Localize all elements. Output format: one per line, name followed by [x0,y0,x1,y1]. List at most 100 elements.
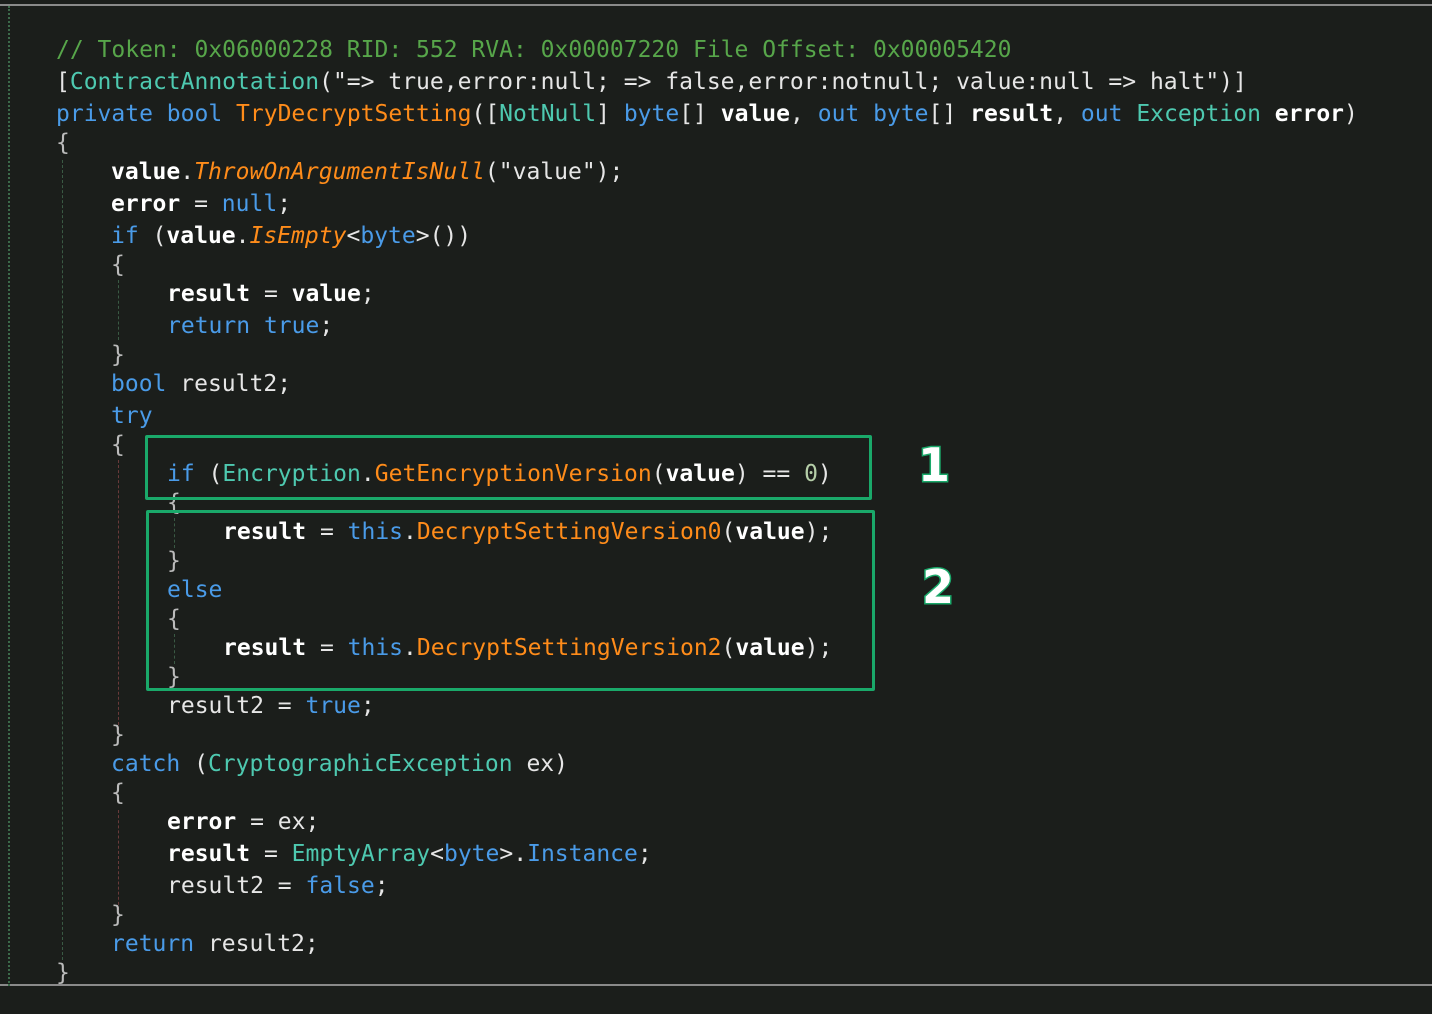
extension-method[interactable]: ThrowOnArgumentIsNull [194,159,485,185]
brace: { [111,780,125,806]
code-line[interactable]: result = value; [167,279,375,309]
code-line[interactable]: bool result2; [111,369,291,399]
operator: = [250,841,292,867]
extension-method[interactable]: IsEmpty [250,223,347,249]
attribute-name[interactable]: NotNull [499,101,596,127]
code-editor-pane[interactable]: // Token: 0x06000228 RID: 552 RVA: 0x000… [0,0,1432,1014]
identifier: error [111,191,181,217]
code-line-signature[interactable]: private bool TryDecryptSetting([NotNull]… [56,99,1358,129]
identifier: result2 [167,873,264,899]
keyword: bool [166,101,223,127]
indent-guide [62,160,63,960]
punct: ()) [429,223,472,249]
param-name: error [1274,101,1345,127]
code-line-brace[interactable]: { [111,430,125,460]
identifier: error [167,809,237,835]
highlight-box-2 [146,510,875,691]
keyword: byte [443,841,500,867]
identifier: result [167,281,251,307]
keyword: true [305,693,361,719]
comment-text: // Token: 0x06000228 RID: 552 RVA: 0x000… [56,37,1012,63]
code-line-comment[interactable]: // Token: 0x06000228 RID: 552 RVA: 0x000… [56,35,1011,65]
brace: } [56,960,70,986]
operator: = [250,281,292,307]
method-name[interactable]: TryDecryptSetting [236,101,471,127]
keyword: try [111,403,153,429]
type-name[interactable]: CryptographicException [208,751,513,777]
code-line-brace[interactable]: } [111,900,125,930]
brace: } [111,342,125,368]
keyword: false [305,873,375,899]
code-line[interactable]: error = ex; [167,807,319,837]
punct: ; [637,841,652,867]
keyword: byte [360,223,416,249]
keyword: byte [623,101,680,127]
property-name[interactable]: Instance [527,841,638,867]
identifier: ex [526,751,555,777]
code-line[interactable]: if (value.IsEmpty<byte>()) [111,221,471,251]
punct: ; [374,873,389,899]
punct: > [415,223,430,249]
identifier: ex [277,809,306,835]
identifier: result [167,841,251,867]
bracket: [ [56,69,70,95]
type-name[interactable]: Exception [1136,101,1261,127]
brace: { [111,252,125,278]
identifier: result2 [180,371,278,397]
code-line[interactable]: catch (CryptographicException ex) [111,749,568,779]
code-line[interactable]: result2 = false; [167,871,389,901]
brace: } [111,722,125,748]
indent-guide [118,810,119,910]
punct: ; [304,931,319,957]
keyword: return [167,313,251,339]
punct: < [430,841,444,867]
param-name: value [720,101,791,127]
identifier: result2 [207,931,305,957]
attribute-name[interactable]: ContractAnnotation [70,69,319,95]
code-line[interactable]: result2 = true; [167,691,375,721]
brace: { [111,432,125,458]
code-line[interactable]: return true; [167,311,333,341]
call-args: ("value"); [484,159,624,185]
annotation-badge-2: 2 [920,559,955,616]
code-line-brace[interactable]: } [111,720,125,750]
operator: = [263,873,306,899]
identifier: value [291,281,361,307]
top-divider [0,4,1432,6]
punct: < [346,223,361,249]
brace: } [111,902,125,928]
code-line-brace[interactable]: { [56,128,70,158]
code-line-brace[interactable]: { [111,250,125,280]
punct: . [180,159,195,185]
operator: = [236,809,278,835]
outline-gutter [8,6,10,986]
code-line[interactable]: try [111,401,153,431]
punct: ; [277,191,292,217]
punct: ( [180,751,208,777]
punct: ( [138,223,167,249]
code-line-brace[interactable]: } [56,958,70,988]
keyword: null [221,191,278,217]
code-line-brace[interactable]: } [111,340,125,370]
keyword: bool [111,371,167,397]
punct: ; [305,809,320,835]
code-line[interactable]: return result2; [111,929,319,959]
code-line[interactable]: result = EmptyArray<byte>.Instance; [167,839,652,869]
code-line-brace[interactable]: { [111,778,125,808]
attribute-args: ("=> true,error:null; => false,error:not… [319,69,1247,95]
identifier: result2 [167,693,264,719]
annotation-badge-1: 1 [916,437,951,494]
punct: ; [319,313,334,339]
keyword: byte [873,101,929,127]
punct: , [1053,101,1068,127]
code-line[interactable]: value.ThrowOnArgumentIsNull("value"); [111,157,623,187]
type-name[interactable]: EmptyArray [292,841,430,867]
keyword: true [263,313,320,339]
highlight-box-1 [145,435,872,500]
keyword: return [111,931,195,957]
code-line[interactable]: error = null; [111,189,291,219]
code-line-attribute[interactable]: [ContractAnnotation("=> true,error:null;… [56,67,1247,97]
bottom-divider [0,984,1432,986]
keyword: out [1080,101,1123,127]
punct: ] [596,101,610,127]
